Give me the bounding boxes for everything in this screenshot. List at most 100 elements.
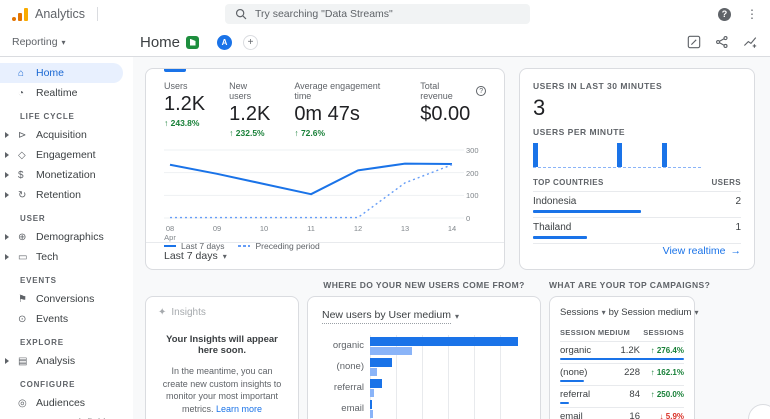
bar-category-label: email: [322, 403, 370, 414]
medium-bar: [560, 402, 569, 404]
sidebar-item[interactable]: ◎ Audiences: [0, 393, 123, 413]
search-bar[interactable]: [225, 4, 530, 24]
x-tick-label: 13: [391, 224, 419, 233]
country-name: Indonesia: [533, 196, 576, 207]
x-tick-label: 14: [438, 224, 466, 233]
realtime-card: USERS IN LAST 30 MINUTES 3 USERS PER MIN…: [519, 68, 755, 270]
bar-row: organic: [322, 335, 526, 356]
expand-arrow-icon[interactable]: [5, 172, 9, 178]
sidebar-item[interactable]: ↻ Retention: [0, 185, 123, 205]
add-comparison-button[interactable]: +: [243, 35, 258, 50]
realtime-title: USERS IN LAST 30 MINUTES: [533, 81, 741, 91]
sidebar-item[interactable]: ◇ Engagement: [0, 145, 123, 165]
current-period-bar: [370, 358, 392, 367]
nav-mode-selector[interactable]: Reporting ▾: [12, 36, 66, 48]
y-tick-label: 100: [466, 191, 479, 200]
search-input[interactable]: [255, 8, 520, 20]
sidebar-item[interactable]: ∴ Custom definitions: [0, 413, 123, 419]
new-users-dimension-selector[interactable]: New users by User medium ▾: [322, 309, 526, 324]
customize-report-icon[interactable]: [687, 35, 701, 49]
country-name: Thailand: [533, 222, 571, 233]
sidebar-item[interactable]: ⌂ Home: [0, 63, 123, 83]
country-row: Thailand 1: [533, 218, 741, 244]
sidebar-item[interactable]: ⚑ Conversions: [0, 289, 123, 309]
bar-category-label: organic: [322, 340, 370, 351]
sidebar-item[interactable]: ⊙ Events: [0, 309, 123, 329]
metric-delta: 232.5%: [229, 128, 270, 138]
sessions-delta: 250.0%: [640, 390, 684, 399]
engagement-icon: ◇: [18, 150, 36, 161]
expand-arrow-icon[interactable]: [5, 152, 9, 158]
metric[interactable]: Average engagement time 0m 47s 72.6%: [294, 81, 396, 138]
search-icon: [235, 8, 247, 20]
metric-selector[interactable]: Sessions: [560, 307, 599, 318]
sidebar-item[interactable]: ⊳ Acquisition: [0, 125, 123, 145]
insights-title: Insights: [171, 307, 205, 318]
country-row: Indonesia 2: [533, 192, 741, 218]
metric-value: 0m 47s: [294, 103, 396, 126]
x-tick-label: 09: [203, 224, 231, 233]
bar-category-label: (none): [322, 361, 370, 372]
session-medium: email: [560, 411, 616, 419]
tech-icon: ▭: [18, 252, 36, 263]
active-metric-tab-indicator: [164, 69, 186, 72]
sidebar-item[interactable]: ▭ Tech: [0, 247, 123, 267]
per-minute-bar: [533, 143, 538, 167]
medium-bar: [560, 358, 684, 360]
help-icon[interactable]: ?: [718, 8, 731, 21]
expand-arrow-icon[interactable]: [5, 234, 9, 240]
sessions-delta: 5.9%: [640, 412, 684, 419]
divider: [97, 7, 98, 21]
view-realtime-link[interactable]: View realtime →: [663, 245, 741, 257]
new-users-card: New users by User medium ▾ organic (none)…: [307, 296, 541, 419]
y-tick-label: 200: [466, 169, 479, 178]
learn-more-link[interactable]: Learn more: [216, 404, 262, 414]
sidebar-item[interactable]: $ Monetization: [0, 165, 123, 185]
new-users-section-header: WHERE DO YOUR NEW USERS COME FROM?: [307, 280, 541, 296]
expand-arrow-icon[interactable]: [5, 132, 9, 138]
insights-icon[interactable]: [743, 35, 758, 49]
audiences-icon: ◎: [18, 398, 36, 409]
chevron-down-icon: ▾: [694, 308, 698, 317]
per-minute-label: USERS PER MINUTE: [533, 127, 741, 137]
column-header-sessions[interactable]: SESSIONS: [643, 328, 684, 337]
monetization-icon: $: [18, 170, 36, 181]
main-content: Users 1.2K 243.8% New users 1.2K 232.5% …: [133, 57, 770, 419]
expand-arrow-icon[interactable]: [5, 192, 9, 198]
current-period-bar: [370, 337, 518, 346]
country-users: 1: [735, 222, 741, 233]
home-icon: ⌂: [18, 68, 36, 79]
metric[interactable]: Total revenue $0.00: [420, 81, 486, 138]
chevron-down-icon: ▾: [62, 38, 66, 47]
metric-value: 1.2K: [229, 103, 270, 126]
sidebar-item[interactable]: ◔ Realtime: [0, 83, 123, 103]
chevron-down-icon: ▾: [455, 312, 459, 321]
traffic-chart: 0100200300 08 Apr091011121314: [164, 142, 490, 238]
help-icon[interactable]: [476, 86, 486, 96]
expand-arrow-icon[interactable]: [5, 358, 9, 364]
users-header: USERS: [711, 178, 741, 187]
sidebar-item[interactable]: ▤ Analysis: [0, 351, 123, 371]
sidebar-item[interactable]: ⊕ Demographics: [0, 227, 123, 247]
traffic-line-chart: [164, 142, 464, 224]
report-toolbar: Reporting ▾ Home A +: [0, 28, 770, 57]
apps-grid-icon[interactable]: [693, 9, 703, 19]
sidebar-section-label: EXPLORE: [0, 329, 133, 351]
events-icon: ⊙: [18, 314, 36, 325]
avatar[interactable]: A: [217, 35, 232, 50]
date-range-selector[interactable]: Last 7 days ▾: [146, 242, 504, 269]
metric[interactable]: Users 1.2K 243.8%: [164, 81, 205, 138]
spacer: [145, 280, 299, 296]
per-minute-bar: [617, 143, 622, 167]
column-header-medium[interactable]: SESSION MEDIUM: [560, 328, 630, 337]
sidebar-section-label: CONFIGURE: [0, 371, 133, 393]
top-countries-header: TOP COUNTRIES: [533, 178, 604, 187]
dimension-selector[interactable]: by Session medium: [609, 307, 692, 318]
metric[interactable]: New users 1.2K 232.5%: [229, 81, 270, 138]
per-minute-bar: [662, 143, 667, 167]
share-icon[interactable]: [715, 35, 729, 49]
expand-arrow-icon[interactable]: [5, 254, 9, 260]
bar-row: (none): [322, 356, 526, 377]
realtime-icon: ◔: [18, 88, 36, 99]
more-vert-icon[interactable]: ⋮: [746, 8, 758, 20]
